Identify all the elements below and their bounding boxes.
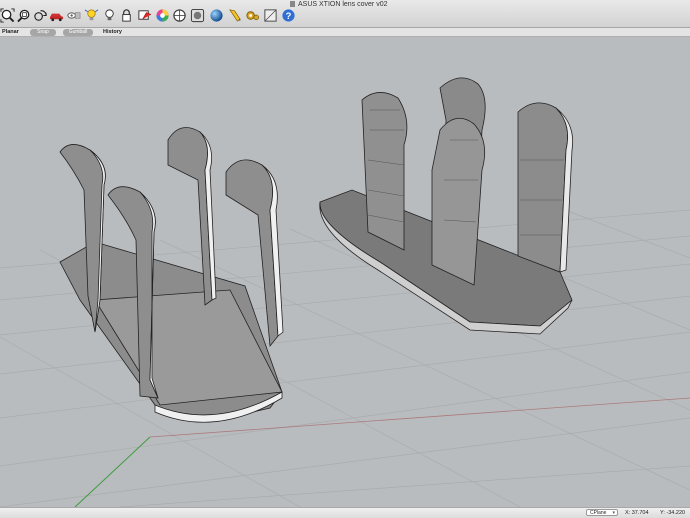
window-title-text: ASUS XTION lens cover v02: [298, 1, 388, 8]
gumball-toggle[interactable]: Gumball: [63, 29, 93, 36]
color-wheel-icon[interactable]: [155, 8, 170, 23]
properties-icon[interactable]: [172, 8, 187, 23]
status-bar: CPlane ▾ X: 37.704 Y: -34.220: [0, 507, 690, 518]
cplane-label: CPlane: [590, 510, 607, 516]
chevron-down-icon: ▾: [612, 510, 615, 516]
document-icon: [290, 1, 295, 7]
lightbulb-icon[interactable]: [84, 8, 99, 23]
sphere-render-icon[interactable]: [209, 8, 224, 23]
viewport-canvas[interactable]: [0, 37, 690, 507]
history-toggle[interactable]: History: [103, 28, 122, 37]
cplane-dropdown[interactable]: CPlane ▾: [586, 509, 618, 516]
settings-gear-icon[interactable]: [245, 8, 260, 23]
zoom-extents-icon[interactable]: [0, 8, 15, 23]
snap-toggle[interactable]: Snap: [30, 29, 56, 36]
render-preview-icon[interactable]: [190, 8, 205, 23]
hide-icon[interactable]: [66, 8, 81, 23]
pencil-icon[interactable]: [228, 8, 243, 23]
zoom-window-icon[interactable]: [17, 8, 32, 23]
x-coordinate: X: 37.704: [625, 510, 649, 516]
shading-icon[interactable]: [263, 8, 278, 23]
layer-color-icon[interactable]: [137, 8, 152, 23]
title-bar: ASUS XTION lens cover v02 ?: [0, 0, 690, 28]
y-coordinate: Y: -34.220: [660, 510, 686, 516]
lock-icon[interactable]: [119, 8, 134, 23]
lightbulb-outline-icon[interactable]: [102, 8, 117, 23]
help-icon[interactable]: ?: [281, 8, 296, 23]
pan-icon[interactable]: [33, 8, 48, 23]
car-render-icon[interactable]: [49, 8, 64, 23]
options-bar: Planar Snap Gumball History: [0, 28, 690, 37]
svg-text:?: ?: [286, 11, 292, 21]
perspective-viewport[interactable]: [0, 37, 690, 507]
window-title: ASUS XTION lens cover v02: [290, 1, 387, 8]
planar-toggle[interactable]: Planar: [2, 28, 19, 37]
